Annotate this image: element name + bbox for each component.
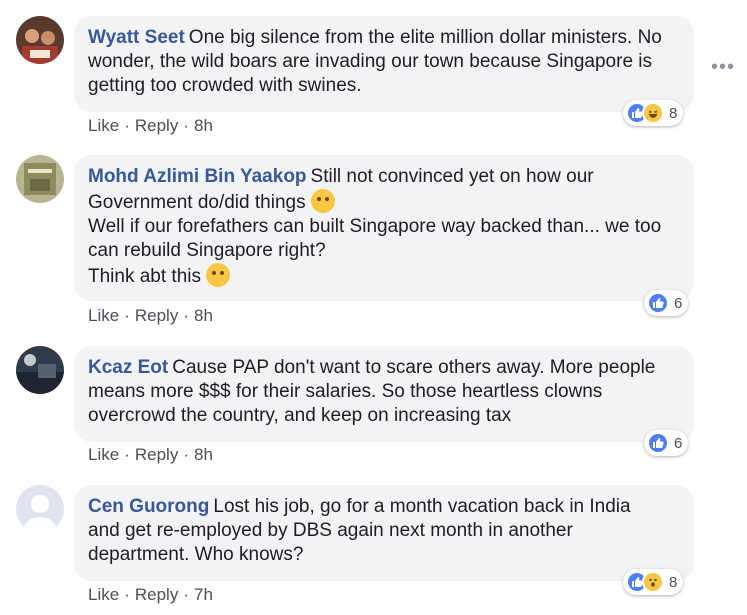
reaction-count: 8 [669, 573, 678, 591]
comment-actions: Like · Reply · 8h [88, 306, 213, 326]
comment-text: means more $$$ for their salaries. So th… [88, 381, 603, 402]
like-reaction-icon [647, 432, 669, 454]
comment-text: and get re-employed by DBS again next mo… [88, 520, 573, 541]
separator: · [124, 306, 130, 325]
comment-timestamp[interactable]: 8h [194, 445, 213, 464]
reaction-count: 8 [669, 104, 678, 122]
reaction-summary[interactable]: 6 [644, 430, 689, 456]
reaction-count: 6 [674, 434, 683, 452]
comment-bubble: Cen Guorong Lost his job, go for a month … [74, 485, 694, 581]
thinking-emoji-icon [310, 189, 335, 213]
like-link[interactable]: Like [88, 585, 119, 604]
reaction-summary[interactable]: 8 [623, 100, 684, 126]
avatar[interactable] [16, 16, 64, 64]
like-reaction-icon [647, 292, 669, 314]
comment-text: Well if our forefathers can built Singap… [88, 216, 662, 237]
comment-bubble: Mohd Azlimi Bin Yaakop Still not convince… [74, 155, 694, 301]
comment-actions: Like · Reply · 8h [88, 445, 213, 465]
separator: · [183, 116, 189, 135]
like-link[interactable]: Like [88, 116, 119, 135]
reaction-count: 6 [674, 294, 683, 312]
like-link[interactable]: Like [88, 306, 119, 325]
separator: · [183, 585, 189, 604]
avatar[interactable] [16, 155, 64, 203]
reply-link[interactable]: Reply [135, 306, 178, 325]
comment-author[interactable]: Wyatt Seet [88, 27, 185, 48]
comment-actions: Like · Reply · 7h [88, 585, 213, 605]
comment-timestamp[interactable]: 8h [194, 306, 213, 325]
separator: · [183, 445, 189, 464]
comment-text: department. Who knows? [88, 544, 304, 565]
comment-text: One big silence from the elite million d… [188, 27, 662, 48]
comment-text: getting too crowded with swines. [88, 75, 362, 96]
comment-text: overcrowd the country, and keep on incre… [88, 405, 512, 426]
reaction-summary[interactable]: 6 [644, 290, 689, 316]
comment-text: Think abt this [88, 263, 680, 289]
separator: · [124, 585, 130, 604]
haha-reaction-icon [642, 102, 664, 124]
comment-author[interactable]: Cen Guorong [88, 496, 209, 517]
like-link[interactable]: Like [88, 445, 119, 464]
reply-link[interactable]: Reply [135, 116, 178, 135]
comment-text: wonder, the wild boars are invading our … [88, 51, 653, 72]
more-options-icon[interactable]: ••• [711, 56, 735, 79]
comment-bubble: Kcaz Eot Cause PAP don't want to scare ot… [74, 346, 694, 442]
reply-link[interactable]: Reply [135, 445, 178, 464]
comment-bubble: Wyatt Seet One big silence from the elite… [74, 16, 694, 112]
comment-author[interactable]: Mohd Azlimi Bin Yaakop [88, 166, 307, 187]
avatar[interactable] [16, 346, 64, 394]
separator: · [124, 116, 130, 135]
comment-text: Government do/did things [88, 189, 680, 215]
thinking-emoji-icon [206, 263, 231, 287]
comment-text: Cause PAP don't want to scare others awa… [172, 357, 656, 378]
comment-text: can rebuild Singapore right? [88, 240, 326, 261]
comment-author[interactable]: Kcaz Eot [88, 357, 168, 378]
separator: · [124, 445, 130, 464]
reply-link[interactable]: Reply [135, 585, 178, 604]
comment-timestamp[interactable]: 7h [194, 585, 213, 604]
comment-text: Lost his job, go for a month vacation ba… [213, 496, 631, 517]
separator: · [183, 306, 189, 325]
comment-actions: Like · Reply · 8h [88, 116, 213, 136]
default-avatar-icon[interactable] [16, 485, 64, 533]
comment-text: Still not convinced yet on how our [310, 166, 594, 187]
reaction-summary[interactable]: 8 [623, 569, 684, 595]
wow-reaction-icon [642, 571, 664, 593]
comment-timestamp[interactable]: 8h [194, 116, 213, 135]
